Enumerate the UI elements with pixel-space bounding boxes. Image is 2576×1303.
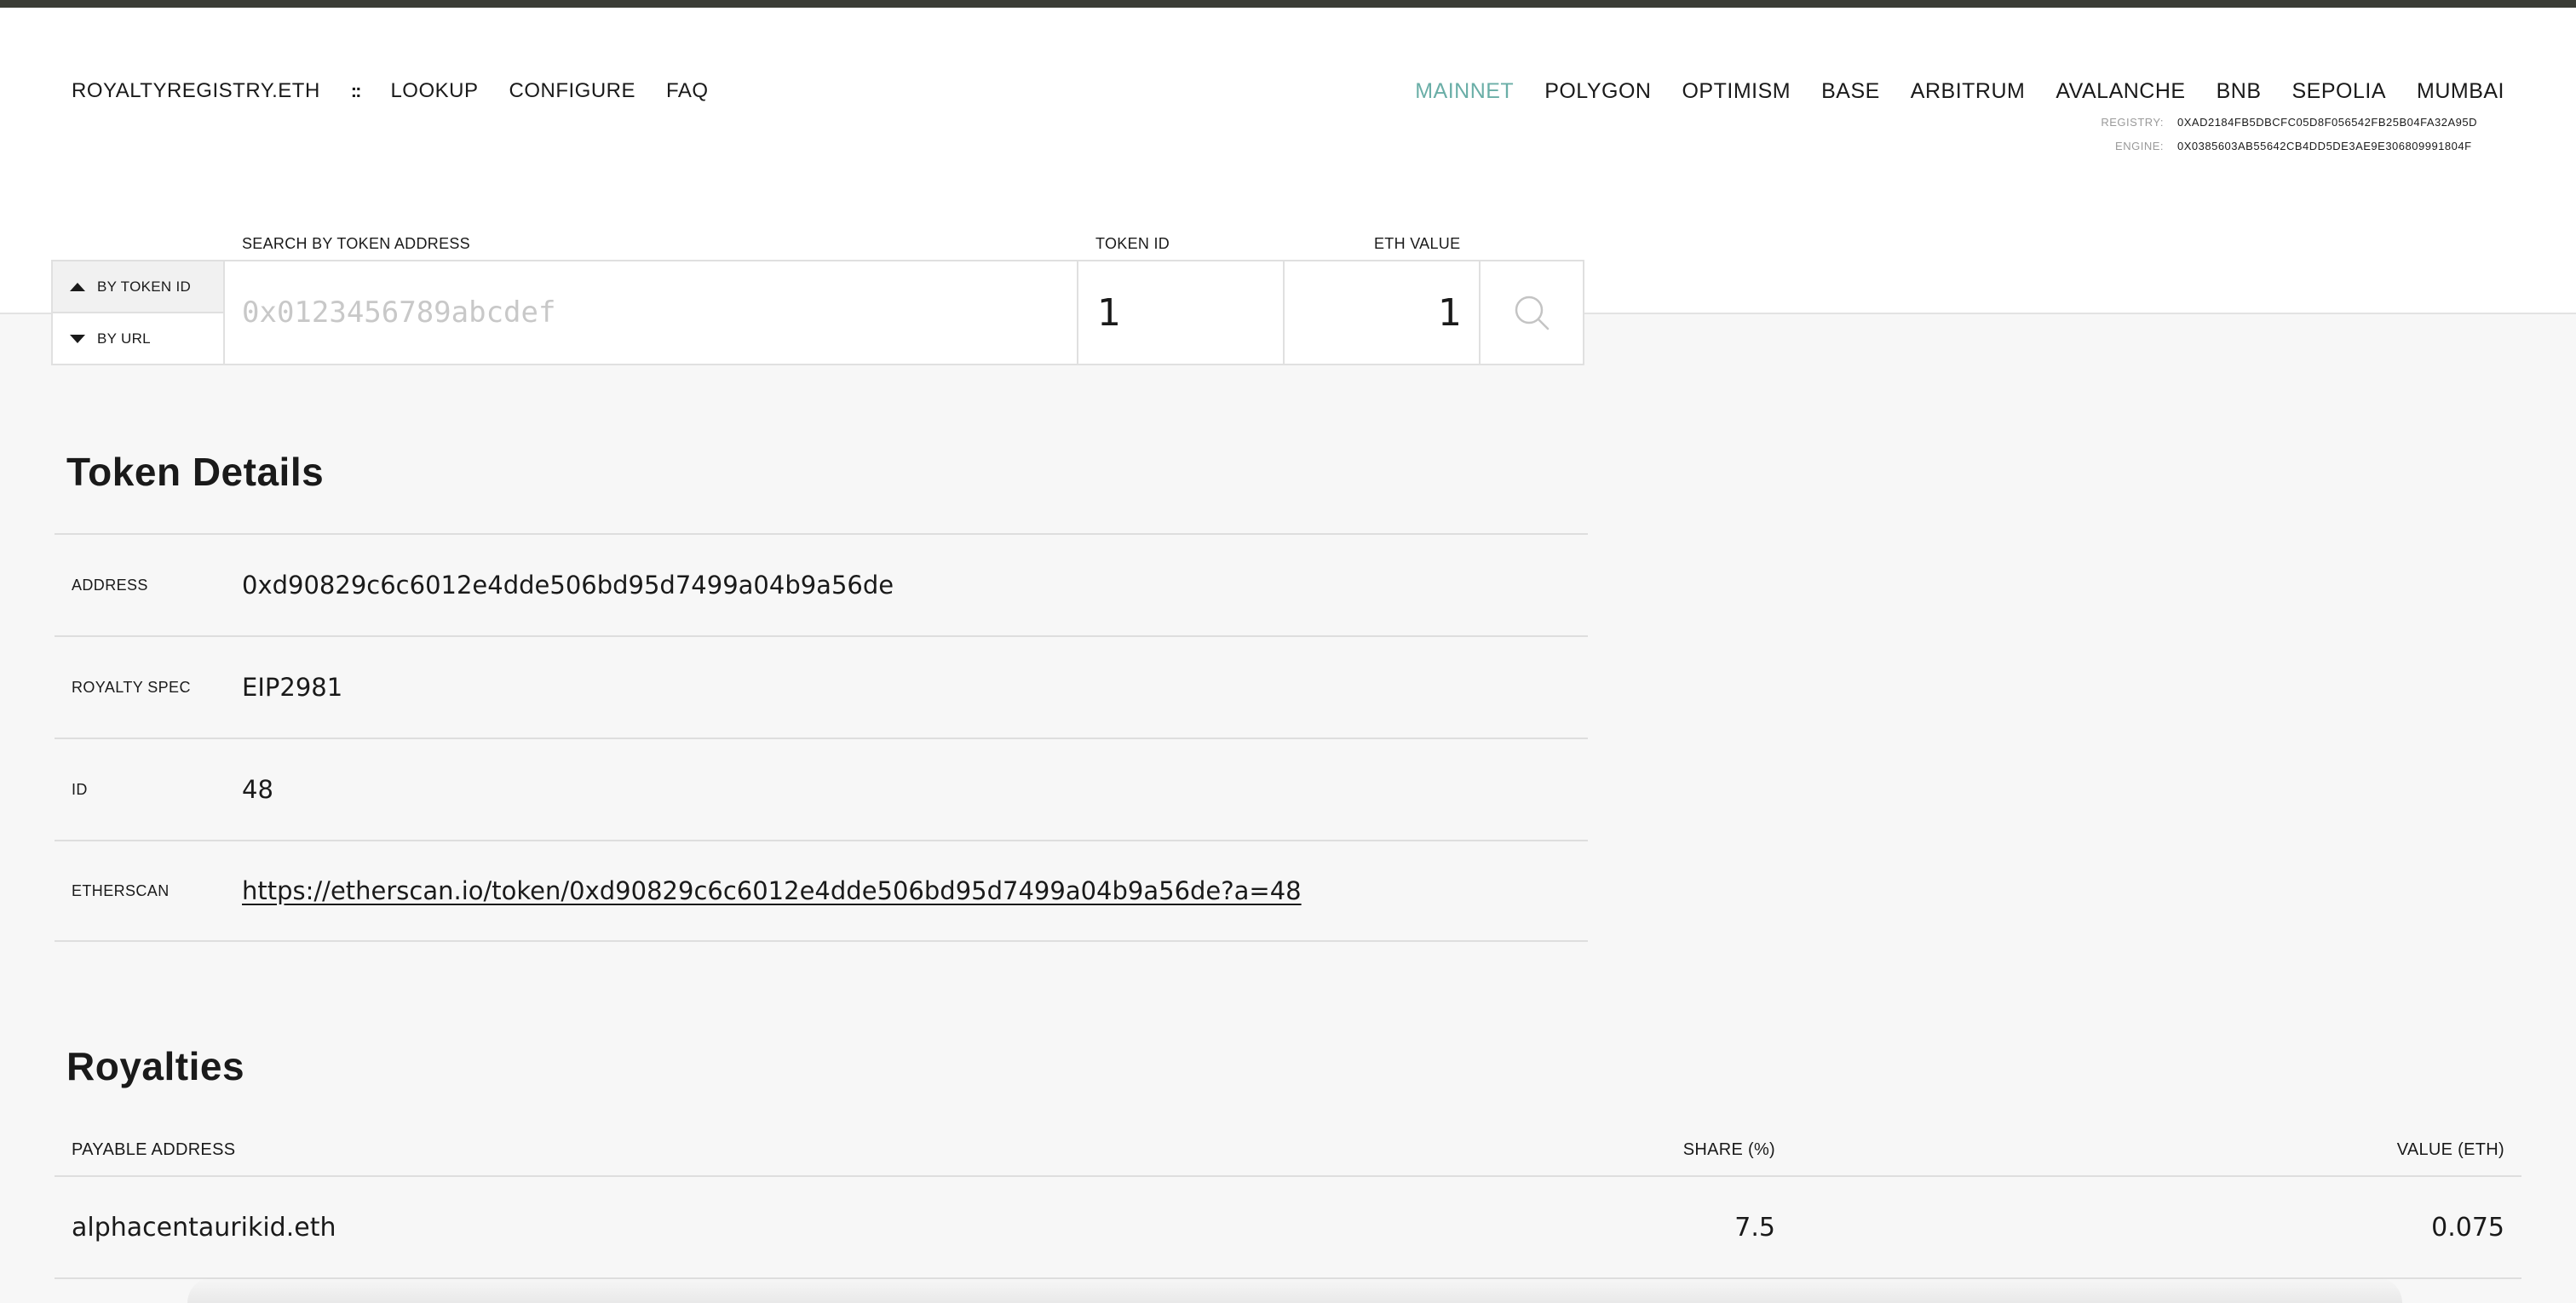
detail-row-id: ID 48 (55, 738, 1588, 840)
nav-configure[interactable]: CONFIGURE (509, 79, 635, 103)
royalties-header: PAYABLE ADDRESS SHARE (%) VALUE (ETH) (55, 1124, 2521, 1177)
search-button[interactable] (1481, 261, 1583, 364)
engine-label: ENGINE: (2115, 140, 2164, 152)
network-bnb[interactable]: BNB (2217, 79, 2262, 104)
token-details-table: ADDRESS 0xd90829c6c6012e4dde506bd95d7499… (55, 533, 1588, 942)
bottom-shadow (187, 1277, 2402, 1303)
table-row: alphacentaurikid.eth 7.5 0.075 (55, 1177, 2521, 1279)
eth-value-label: ETH VALUE (1374, 235, 1461, 252)
detail-row-royalty-spec: ROYALTY SPEC EIP2981 (55, 635, 1588, 738)
token-id-input[interactable] (1078, 261, 1285, 364)
grid-icon[interactable]: :: (351, 80, 362, 102)
main-nav: ROYALTYREGISTRY.ETH :: LOOKUP CONFIGURE … (72, 79, 709, 103)
eth-value-input[interactable] (1285, 261, 1481, 364)
search-form: BY TOKEN ID BY URL (51, 260, 1584, 365)
mode-by-url[interactable]: BY URL (53, 313, 223, 364)
col-share: SHARE (%) (1682, 1139, 1775, 1159)
token-address-input[interactable] (225, 261, 1078, 364)
mode-by-token-id[interactable]: BY TOKEN ID (53, 261, 223, 313)
search-icon (1515, 296, 1550, 330)
mode-by-token-id-label: BY TOKEN ID (97, 278, 192, 295)
detail-row-etherscan: ETHERSCAN https://etherscan.io/token/0xd… (55, 840, 1588, 942)
detail-row-address: ADDRESS 0xd90829c6c6012e4dde506bd95d7499… (55, 533, 1588, 635)
payable-address: alphacentaurikid.eth (72, 1212, 336, 1243)
brand-link[interactable]: ROYALTYREGISTRY.ETH (72, 79, 320, 103)
registry-label: REGISTRY: (2101, 116, 2164, 129)
address-field-label: SEARCH BY TOKEN ADDRESS (242, 235, 470, 252)
royalty-share: 7.5 (1734, 1212, 1775, 1243)
nav-faq[interactable]: FAQ (666, 79, 709, 103)
royalty-value: 0.075 (2431, 1212, 2504, 1243)
nav-lookup[interactable]: LOOKUP (390, 79, 478, 103)
detail-value-royalty-spec: EIP2981 (242, 673, 343, 702)
network-mumbai[interactable]: MUMBAI (2417, 79, 2504, 104)
col-value: VALUE (ETH) (2396, 1139, 2504, 1159)
network-polygon[interactable]: POLYGON (1544, 79, 1651, 104)
search-mode-toggle: BY TOKEN ID BY URL (53, 261, 225, 364)
detail-label: ADDRESS (72, 576, 148, 594)
col-payable-address: PAYABLE ADDRESS (72, 1139, 236, 1159)
registry-row: REGISTRY: 0XAD2184FB5DBCFC05D8F056542FB2… (2101, 117, 2504, 129)
contract-addresses: REGISTRY: 0XAD2184FB5DBCFC05D8F056542FB2… (2101, 117, 2504, 164)
chevron-down-icon (70, 334, 85, 343)
detail-label: ROYALTY SPEC (72, 678, 191, 696)
top-accent-bar (0, 0, 2576, 8)
network-optimism[interactable]: OPTIMISM (1682, 79, 1791, 104)
network-avalanche[interactable]: AVALANCHE (2056, 79, 2185, 104)
network-arbitrum[interactable]: ARBITRUM (1911, 79, 2026, 104)
mode-by-url-label: BY URL (97, 330, 151, 347)
engine-row: ENGINE: 0X0385603AB55642CB4DD5DE3AE9E306… (2101, 141, 2504, 152)
chevron-up-icon (70, 282, 85, 291)
network-mainnet[interactable]: MAINNET (1415, 79, 1514, 104)
network-sepolia[interactable]: SEPOLIA (2292, 79, 2387, 104)
detail-value-address: 0xd90829c6c6012e4dde506bd95d7499a04b9a56… (242, 571, 894, 600)
search-labels: SEARCH BY TOKEN ADDRESS TOKEN ID ETH VAL… (0, 235, 1619, 255)
royalties-table: PAYABLE ADDRESS SHARE (%) VALUE (ETH) al… (55, 1124, 2521, 1279)
token-id-label: TOKEN ID (1095, 235, 1170, 252)
token-details-title: Token Details (66, 450, 325, 494)
network-selector: MAINNET POLYGON OPTIMISM BASE ARBITRUM A… (1415, 79, 2504, 104)
registry-address: 0XAD2184FB5DBCFC05D8F056542FB25B04FA32A9… (2177, 116, 2477, 129)
royalties-title: Royalties (66, 1044, 245, 1088)
network-base[interactable]: BASE (1821, 79, 1880, 104)
engine-address: 0X0385603AB55642CB4DD5DE3AE9E30680999180… (2177, 140, 2472, 152)
detail-label: ID (72, 780, 88, 798)
detail-label: ETHERSCAN (72, 881, 170, 899)
detail-value-id: 48 (242, 775, 273, 804)
etherscan-link[interactable]: https://etherscan.io/token/0xd90829c6c60… (242, 876, 1302, 905)
